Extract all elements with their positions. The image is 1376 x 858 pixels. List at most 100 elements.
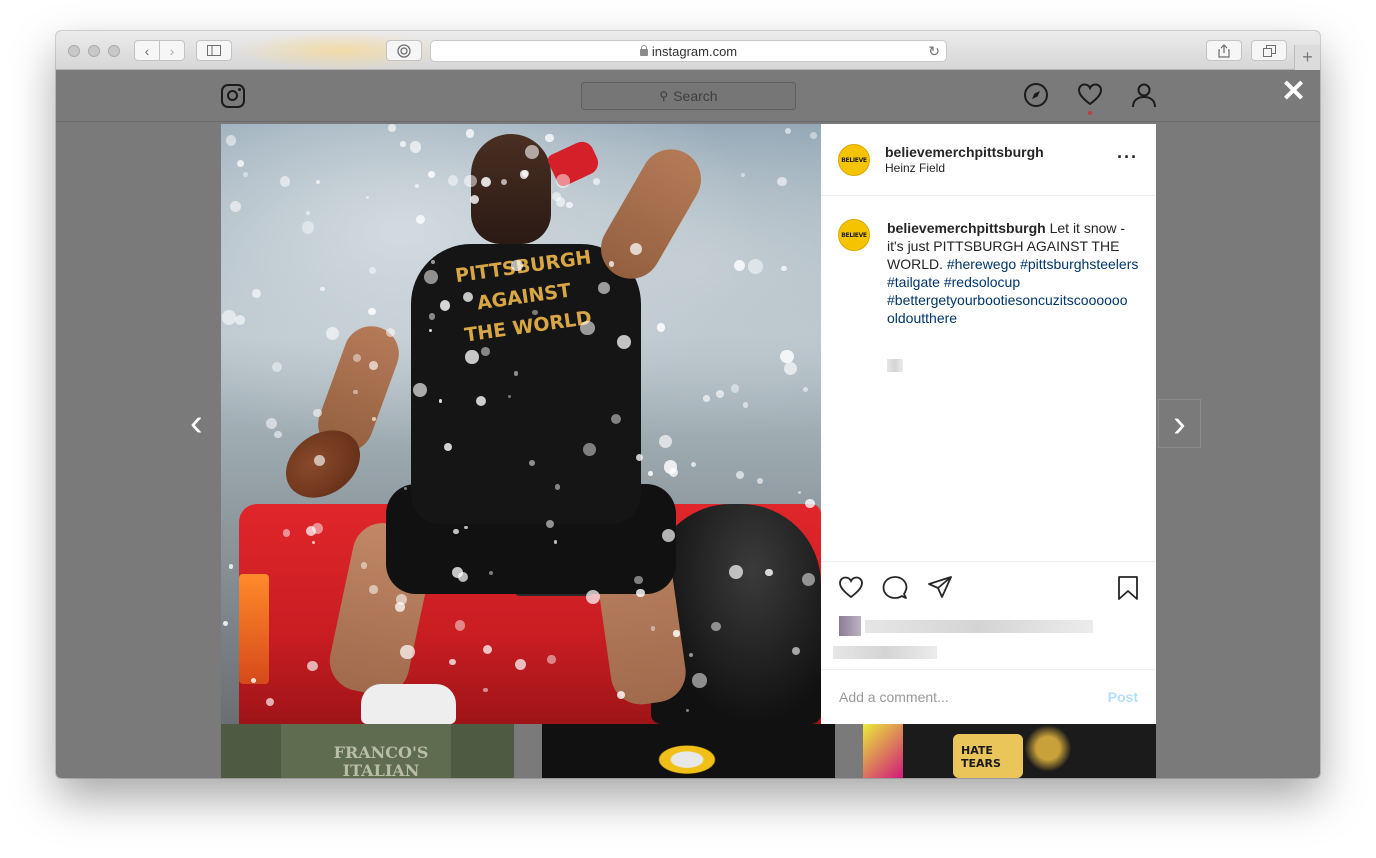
caption-timestamp-blurred bbox=[887, 359, 903, 372]
snowflake bbox=[222, 310, 237, 325]
related-post-thumbnail[interactable]: HATE TEARS bbox=[863, 724, 1156, 778]
snowflake bbox=[742, 401, 749, 408]
explore-compass-icon[interactable] bbox=[1023, 82, 1049, 108]
next-post-arrow[interactable]: › bbox=[1158, 399, 1201, 448]
snowflake bbox=[314, 454, 326, 466]
caption-username[interactable]: believemerchpittsburgh bbox=[887, 220, 1046, 236]
caption-avatar[interactable]: BELIEVE bbox=[838, 219, 870, 251]
search-placeholder: Search bbox=[673, 88, 718, 104]
snowflake bbox=[801, 572, 815, 586]
close-modal-button[interactable]: ✕ bbox=[1281, 77, 1306, 107]
snowflake bbox=[513, 371, 519, 376]
minimize-window-button[interactable] bbox=[88, 45, 100, 57]
post-username[interactable]: believemerchpittsburgh bbox=[885, 144, 1044, 160]
snowflake bbox=[453, 528, 459, 535]
snowflake bbox=[810, 132, 817, 139]
snowflake bbox=[451, 566, 463, 578]
like-heart-icon[interactable] bbox=[838, 575, 864, 601]
comment-bar: Add a comment... Post bbox=[821, 669, 1156, 724]
snowflake bbox=[429, 313, 436, 320]
hashtag-link[interactable]: #redsolocup bbox=[944, 274, 1020, 290]
snowflake bbox=[524, 144, 540, 160]
search-input[interactable]: ⚲ Search bbox=[581, 82, 796, 110]
snowflake bbox=[481, 176, 492, 187]
snowflake bbox=[385, 327, 396, 337]
new-tab-button[interactable]: + bbox=[1294, 45, 1320, 70]
snowflake bbox=[656, 323, 666, 332]
snowflake bbox=[274, 430, 282, 439]
hashtag-link[interactable]: #tailgate bbox=[887, 274, 940, 290]
snowflake bbox=[365, 196, 369, 200]
lock-icon bbox=[639, 44, 648, 56]
snowflake bbox=[780, 349, 794, 364]
save-bookmark-icon[interactable] bbox=[1115, 575, 1141, 601]
share-icon bbox=[1218, 43, 1230, 58]
browser-window: ‹ › instagram.com ↻ + ⚲ Search ✕ ‹ › PIT… bbox=[56, 31, 1320, 778]
snowflake bbox=[528, 459, 535, 466]
more-options-icon[interactable]: ··· bbox=[1117, 147, 1138, 168]
comment-bubble-icon[interactable] bbox=[882, 575, 908, 601]
related-post-thumbnail[interactable]: FRANCO'S ITALIAN ARMY bbox=[221, 724, 514, 778]
snowflake bbox=[388, 124, 397, 132]
post-caption: believemerchpittsburgh Let it snow - it'… bbox=[887, 219, 1141, 327]
post-details-panel: BELIEVE believemerchpittsburgh Heinz Fie… bbox=[821, 124, 1156, 724]
chevron-left-icon: ‹ bbox=[144, 42, 150, 59]
activity-heart-icon[interactable] bbox=[1077, 82, 1103, 108]
tabs-button[interactable] bbox=[1251, 40, 1287, 61]
zoom-window-button[interactable] bbox=[108, 45, 120, 57]
post-comment-button[interactable]: Post bbox=[1108, 689, 1138, 705]
share-button[interactable] bbox=[1206, 40, 1242, 61]
snowflake bbox=[555, 197, 566, 207]
avatar[interactable]: BELIEVE bbox=[838, 144, 870, 176]
snowflake bbox=[454, 620, 466, 631]
address-bar[interactable]: instagram.com ↻ bbox=[430, 40, 947, 62]
snowflake bbox=[728, 564, 743, 580]
snowflake bbox=[617, 334, 632, 349]
snowflake bbox=[229, 200, 242, 213]
plus-icon: + bbox=[1302, 47, 1313, 67]
snowflake bbox=[566, 201, 573, 209]
snowflake bbox=[237, 159, 245, 167]
liked-by-text-blurred bbox=[865, 620, 1093, 633]
hashtag-link[interactable]: #pittsburghsteelers bbox=[1020, 256, 1138, 272]
sidebar-button[interactable] bbox=[196, 40, 232, 61]
back-button[interactable]: ‹ bbox=[134, 40, 160, 61]
instagram-logo-icon[interactable] bbox=[221, 84, 245, 108]
snowflake bbox=[319, 286, 325, 292]
close-window-button[interactable] bbox=[68, 45, 80, 57]
snowflake bbox=[802, 386, 808, 392]
comment-input[interactable]: Add a comment... bbox=[839, 689, 949, 705]
snowflake bbox=[692, 673, 707, 688]
snowflake bbox=[483, 687, 488, 693]
snowflake bbox=[369, 584, 378, 594]
snowflake bbox=[608, 261, 615, 267]
snowflake bbox=[395, 601, 406, 612]
reload-icon[interactable]: ↻ bbox=[928, 43, 940, 60]
snowflake bbox=[430, 259, 435, 264]
snowflake bbox=[805, 498, 815, 509]
sidebar-icon bbox=[207, 45, 221, 56]
post-header: BELIEVE believemerchpittsburgh Heinz Fie… bbox=[821, 124, 1156, 196]
privacy-button[interactable] bbox=[386, 40, 422, 61]
snowflake bbox=[301, 221, 315, 234]
profile-user-icon[interactable] bbox=[1131, 82, 1157, 108]
related-post-thumbnail[interactable] bbox=[542, 724, 835, 778]
snowflake bbox=[465, 350, 479, 364]
previous-post-arrow[interactable]: ‹ bbox=[190, 404, 203, 442]
thumbnail-text: HATE TEARS bbox=[961, 744, 1001, 770]
snowflake bbox=[488, 570, 493, 575]
forward-button[interactable]: › bbox=[159, 40, 185, 61]
snowflake bbox=[481, 347, 490, 356]
post-image: PITTSBURGH AGAINST THE WORLD bbox=[221, 124, 821, 724]
post-location[interactable]: Heinz Field bbox=[885, 161, 945, 175]
snowflake bbox=[352, 354, 361, 362]
snowflake bbox=[225, 134, 237, 146]
hashtag-link[interactable]: #bettergetyourbootiesoncuzitscoooooo old… bbox=[887, 292, 1128, 326]
browser-toolbar: ‹ › instagram.com ↻ + bbox=[56, 31, 1320, 70]
snowflake bbox=[464, 174, 477, 188]
share-paper-plane-icon[interactable] bbox=[927, 575, 953, 601]
hashtag-link[interactable]: #herewego bbox=[947, 256, 1016, 272]
snowflake bbox=[730, 384, 740, 393]
chevron-right-icon: › bbox=[1173, 402, 1186, 445]
snowflake bbox=[532, 309, 538, 316]
